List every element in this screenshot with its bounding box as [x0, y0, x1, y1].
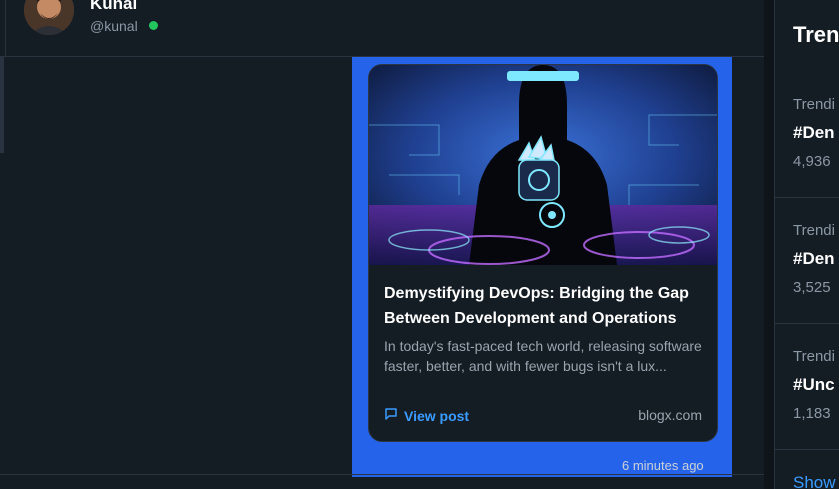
chat-pane: Kunal @kunal Demystifying DevOps: Bridgi… [0, 0, 764, 489]
chat-user-handle: @kunal [90, 18, 138, 34]
link-preview-title[interactable]: Demystifying DevOps: Bridging the Gap Be… [384, 281, 709, 331]
trend-tag: #Den [793, 123, 835, 142]
trend-count: 3,525 [793, 279, 831, 296]
scroll-indicator [0, 57, 4, 153]
show-more-link[interactable]: Show [793, 473, 836, 489]
chat-bubble-icon [384, 407, 398, 424]
trend-context: Trendi [793, 96, 835, 113]
divider [775, 197, 839, 198]
link-preview-domain: blogx.com [638, 407, 702, 423]
trend-count: 4,936 [793, 153, 831, 170]
composer-divider [0, 474, 764, 475]
trend-item[interactable]: Trendi #Unc 1,183 [775, 348, 839, 474]
trend-tag: #Unc [793, 375, 835, 394]
view-post-label: View post [404, 407, 470, 424]
message-timestamp: 6 minutes ago [622, 458, 704, 473]
panel-gutter [764, 0, 774, 489]
trend-count: 1,183 [793, 405, 831, 422]
trend-context: Trendi [793, 348, 835, 365]
link-preview-excerpt: In today's fast-paced tech world, releas… [384, 338, 702, 374]
trend-item[interactable]: Trendi #Den 3,525 [775, 222, 839, 348]
trends-panel: Tren Trendi #Den 4,936 Trendi #Den 3,525… [774, 0, 839, 489]
pane-edge [0, 0, 6, 56]
view-post-link[interactable]: View post [384, 407, 469, 424]
online-status-icon [149, 21, 158, 30]
trend-context: Trendi [793, 222, 835, 239]
chat-header: Kunal @kunal [0, 0, 764, 57]
trends-title: Tren [793, 22, 839, 47]
divider [775, 323, 839, 324]
trend-tag: #Den [793, 249, 835, 268]
avatar[interactable] [24, 0, 74, 35]
trend-item[interactable]: Trendi #Den 4,936 [775, 96, 839, 222]
link-preview-image[interactable] [369, 65, 717, 265]
chat-user-name: Kunal [90, 0, 138, 13]
link-preview-card[interactable]: Demystifying DevOps: Bridging the Gap Be… [368, 64, 718, 442]
divider [775, 449, 839, 450]
